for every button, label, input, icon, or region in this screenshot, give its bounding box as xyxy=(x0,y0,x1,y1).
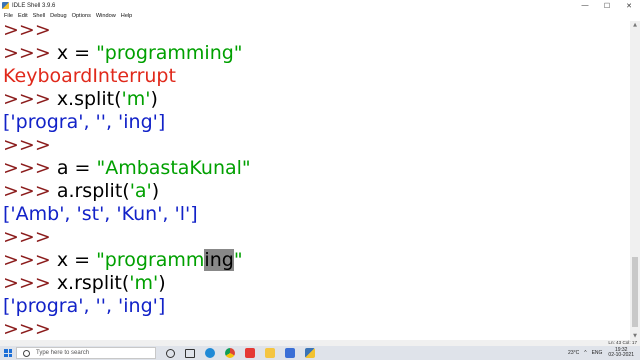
tray-expand-icon[interactable]: ^ xyxy=(584,350,586,356)
code-text: x.rsplit( xyxy=(56,272,130,294)
shell-text-area[interactable]: >>> >>> x = "programming" KeyboardInterr… xyxy=(0,21,630,340)
menu-edit[interactable]: Edit xyxy=(18,13,28,19)
code-text: ) xyxy=(158,272,166,294)
shell-line: >>> a = "AmbastaKunal" xyxy=(3,157,251,180)
prompt: >>> xyxy=(3,226,57,248)
string-literal: 'm' xyxy=(129,272,159,294)
edge-icon[interactable] xyxy=(205,348,215,358)
error-line: KeyboardInterrupt xyxy=(3,65,176,87)
string-literal: "AmbastaKunal" xyxy=(96,157,251,179)
weather-text[interactable]: 23°C xyxy=(568,350,579,356)
search-icon xyxy=(23,349,30,357)
menu-file[interactable]: File xyxy=(4,13,13,19)
date-text: 02-10-2021 xyxy=(608,352,634,358)
taskbar-search-box[interactable]: Type here to search xyxy=(16,347,156,359)
window-title: IDLE Shell 3.9.6 xyxy=(12,2,56,9)
prompt: >>> xyxy=(3,180,57,202)
shell-line: >>> xyxy=(3,134,57,157)
code-text: x = xyxy=(56,42,97,64)
menu-help[interactable]: Help xyxy=(121,13,133,19)
code-text: a.rsplit( xyxy=(56,180,130,202)
code-text: x = xyxy=(56,249,97,271)
close-button[interactable]: ✕ xyxy=(618,2,640,10)
code-text: a = xyxy=(56,157,97,179)
search-placeholder: Type here to search xyxy=(36,350,90,356)
shell-line: >>> x.rsplit('m') xyxy=(3,272,166,295)
cortana-icon[interactable] xyxy=(166,348,175,358)
output-line: ['progra', '', 'ing'] xyxy=(3,295,166,317)
menu-options[interactable]: Options xyxy=(72,13,91,19)
menu-bar: File Edit Shell Debug Options Window Hel… xyxy=(0,11,640,21)
language-indicator[interactable]: ENG xyxy=(592,350,603,356)
youtube-icon[interactable] xyxy=(245,348,255,358)
string-literal: " xyxy=(233,249,243,271)
string-literal: 'm' xyxy=(121,88,151,110)
store-icon[interactable] xyxy=(285,348,295,358)
shell-line: >>> x.split('m') xyxy=(3,88,158,111)
minimize-button[interactable]: — xyxy=(574,2,596,9)
python-idle-icon xyxy=(2,2,9,9)
python-icon[interactable] xyxy=(305,348,315,358)
shell-line: >>> xyxy=(3,318,57,340)
shell-line: >>> x = "programming" xyxy=(3,42,243,65)
prompt: >>> xyxy=(3,249,57,271)
file-explorer-icon[interactable] xyxy=(265,348,275,358)
prompt: >>> xyxy=(3,157,57,179)
selected-text[interactable]: ing xyxy=(204,249,234,271)
task-view-icon[interactable] xyxy=(185,348,195,358)
code-text: x.split( xyxy=(56,88,122,110)
scroll-thumb[interactable] xyxy=(632,257,638,327)
prompt: >>> xyxy=(3,42,57,64)
scroll-up-icon[interactable]: ▲ xyxy=(630,21,640,29)
shell-line: >>> a.rsplit('a') xyxy=(3,180,159,203)
output-line: ['progra', '', 'ing'] xyxy=(3,111,166,133)
prompt: >>> xyxy=(3,318,57,340)
string-literal: 'a' xyxy=(129,180,152,202)
shell-line: >>> x = "programming" xyxy=(3,249,243,272)
shell-line: >>> xyxy=(3,21,57,42)
maximize-button[interactable]: ☐ xyxy=(596,2,618,10)
prompt: >>> xyxy=(3,21,57,41)
string-literal: "programming" xyxy=(96,42,243,64)
start-button[interactable] xyxy=(0,346,16,360)
menu-shell[interactable]: Shell xyxy=(33,13,45,19)
clock[interactable]: 19:32 02-10-2021 xyxy=(608,347,634,359)
string-literal: "programm xyxy=(96,249,205,271)
taskbar: Type here to search 23°C ^ ENG 19:32 02-… xyxy=(0,346,640,360)
system-tray: 23°C ^ ENG 19:32 02-10-2021 xyxy=(563,347,640,359)
chrome-icon[interactable] xyxy=(225,348,235,358)
shell-line: >>> xyxy=(3,226,57,249)
prompt: >>> xyxy=(3,272,57,294)
prompt: >>> xyxy=(3,134,57,156)
prompt: >>> xyxy=(3,88,57,110)
vertical-scrollbar[interactable]: ▲ ▼ xyxy=(630,21,640,340)
title-bar: IDLE Shell 3.9.6 — ☐ ✕ xyxy=(0,0,640,11)
code-text: ) xyxy=(150,88,158,110)
code-text: ) xyxy=(151,180,160,202)
output-line: ['Amb', 'st', 'Kun', 'l'] xyxy=(3,203,198,225)
menu-debug[interactable]: Debug xyxy=(50,13,66,19)
scroll-down-icon[interactable]: ▼ xyxy=(630,332,640,340)
menu-window[interactable]: Window xyxy=(96,13,116,19)
windows-logo-icon xyxy=(4,349,12,357)
